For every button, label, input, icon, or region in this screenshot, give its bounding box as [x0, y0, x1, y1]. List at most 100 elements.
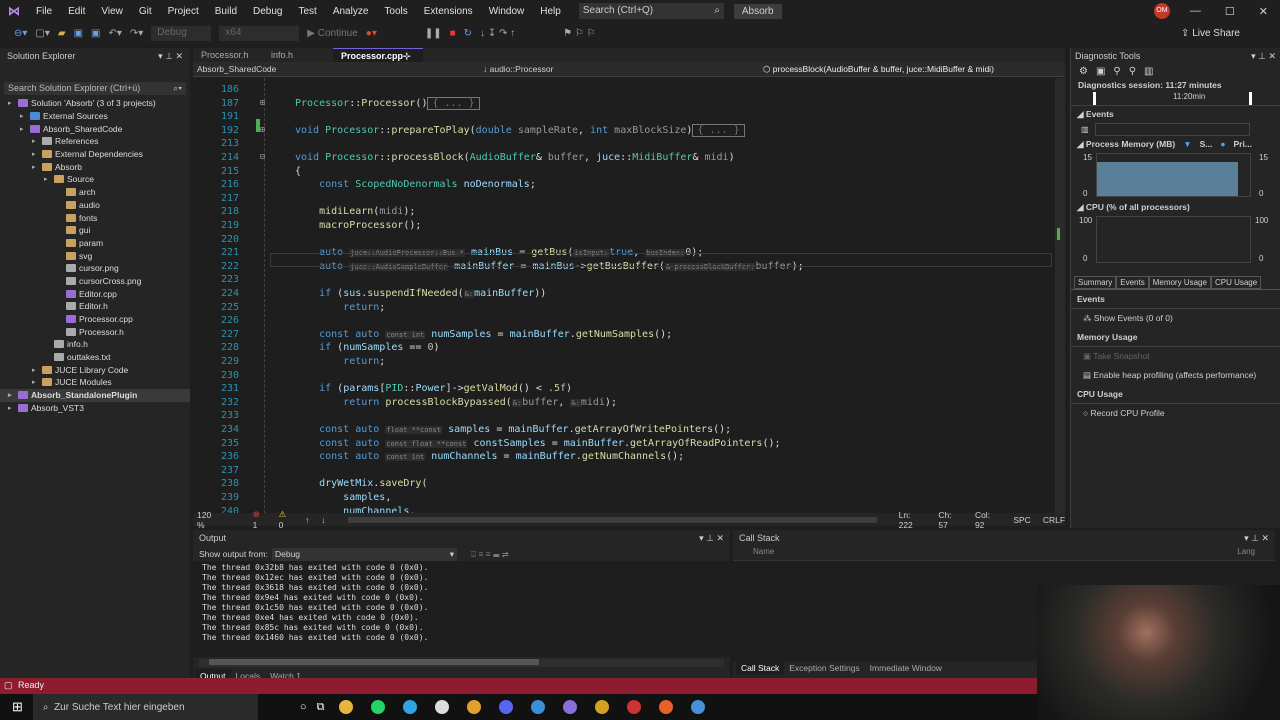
new-project-icon[interactable]: ▢▾ [35, 28, 49, 39]
tree-item[interactable]: ▸ Absorb_SharedCode [0, 122, 190, 135]
taskbar-search[interactable]: ⌕ Zur Suche Text hier eingeben [32, 694, 258, 720]
enable-heap-profiling-button[interactable]: ▤ Enable heap profiling (affects perform… [1071, 366, 1280, 385]
indentation-mode[interactable]: SPC [1013, 515, 1030, 525]
redo-icon[interactable]: ↷▾ [130, 28, 143, 39]
panel-controls[interactable]: ▾ ⊥ ✕ [1251, 51, 1276, 62]
taskbar-app-icon[interactable] [499, 700, 514, 714]
editor-vertical-scrollbar[interactable] [1055, 78, 1065, 513]
call-stack-tab-call-stack[interactable]: Call Stack [736, 661, 785, 675]
taskbar-app-icon[interactable] [531, 700, 546, 714]
taskbar-app-icon[interactable] [595, 700, 610, 714]
cpu-section[interactable]: ◢ CPU (% of all processors) [1071, 199, 1280, 216]
expand-arrow-icon[interactable]: ▸ [32, 137, 42, 145]
menu-build[interactable]: Build [207, 6, 245, 17]
menu-window[interactable]: Window [481, 6, 533, 17]
taskbar-app-icon[interactable] [691, 700, 706, 714]
continue-button[interactable]: ▶ Continue [307, 28, 358, 39]
tab-processor-h[interactable]: Processor.h [193, 48, 263, 62]
save-all-icon[interactable]: ▣ [91, 28, 100, 39]
taskbar-app-icon[interactable] [627, 700, 642, 714]
diagnostic-tab-summary[interactable]: Summary [1074, 276, 1117, 289]
expand-icon[interactable]: ⊞ [260, 125, 265, 134]
undo-icon[interactable]: ↶▾ [108, 28, 121, 39]
menu-tools[interactable]: Tools [376, 6, 415, 17]
collapsed-block[interactable]: { ... } [692, 123, 745, 137]
error-count[interactable]: ⊗ 1 [253, 509, 267, 530]
tree-item[interactable]: svg [0, 249, 190, 262]
output-source-dropdown[interactable]: Debug ▾ [271, 547, 457, 561]
member-dropdown[interactable]: ⬡ processBlock(AudioBuffer & buffer, juc… [763, 64, 994, 75]
scope-dropdown[interactable]: ↓ audio::Processor [483, 64, 763, 74]
tree-item[interactable]: Editor.cpp [0, 287, 190, 300]
save-icon[interactable]: ▣ [74, 28, 83, 39]
expand-arrow-icon[interactable]: ▸ [44, 175, 54, 183]
expand-arrow-icon[interactable]: ▸ [8, 99, 18, 107]
expand-arrow-icon[interactable]: ▸ [8, 404, 18, 412]
tree-item[interactable]: gui [0, 224, 190, 237]
menu-project[interactable]: Project [160, 6, 207, 17]
events-section[interactable]: ◢ Events [1071, 106, 1280, 123]
search-box[interactable]: Search (Ctrl+Q) ⌕ [578, 3, 724, 19]
pause-icon[interactable]: ❚❚ [425, 28, 442, 39]
tree-item[interactable]: outtakes.txt [0, 351, 190, 364]
expand-arrow-icon[interactable]: ▸ [8, 391, 18, 399]
taskbar-app-icon[interactable] [563, 700, 578, 714]
cortana-icon[interactable]: ○ [300, 701, 307, 713]
menu-test[interactable]: Test [290, 6, 324, 17]
take-snapshot-button[interactable]: ▣ Take Snapshot [1071, 347, 1280, 366]
menu-help[interactable]: Help [532, 6, 569, 17]
tree-item[interactable]: fonts [0, 211, 190, 224]
tree-item[interactable]: ▸ Solution 'Absorb' (3 of 3 projects) [0, 97, 190, 110]
config-dropdown[interactable]: Debug [151, 25, 212, 41]
tab-info-h[interactable]: info.h [263, 48, 333, 62]
warning-count[interactable]: ⚠ 0 [279, 509, 293, 530]
panel-controls[interactable]: ▾ ⊥ ✕ [1244, 533, 1269, 544]
tree-item[interactable]: param [0, 237, 190, 250]
expand-arrow-icon[interactable]: ▸ [32, 366, 42, 374]
back-icon[interactable]: ⊖▾ [14, 28, 27, 39]
taskbar-app-icon[interactable] [435, 700, 450, 714]
live-share-button[interactable]: ⇪ Live Share [1181, 28, 1240, 39]
expand-icon[interactable]: ⊞ [260, 98, 265, 107]
tree-item[interactable]: audio [0, 199, 190, 212]
solution-search-input[interactable]: Search Solution Explorer (Ctrl+ü) ⌕▾ [4, 82, 186, 95]
taskbar-app-icon[interactable] [371, 700, 386, 714]
expand-arrow-icon[interactable]: ▸ [20, 125, 30, 133]
close-button[interactable]: ✕ [1247, 5, 1280, 18]
step-icons[interactable]: ↓ ↧ ↷ ↑ [480, 28, 515, 39]
minimize-button[interactable]: — [1170, 5, 1213, 17]
open-icon[interactable]: ▰ [58, 28, 66, 39]
platform-dropdown[interactable]: x64 [219, 25, 300, 41]
memory-section[interactable]: ◢ Process Memory (MB) ▼ S... ● Pri... [1071, 136, 1280, 153]
task-view-icon[interactable]: ⧉ [317, 701, 325, 714]
output-text[interactable]: The thread 0x32b8 has exited with code 0… [193, 561, 730, 657]
tree-item[interactable]: ▸ JUCE Modules [0, 376, 190, 389]
menu-analyze[interactable]: Analyze [325, 6, 377, 17]
tab-processor-cpp[interactable]: Processor.cpp⊹ ✕ [333, 48, 423, 72]
tree-item[interactable]: ▸ External Sources [0, 110, 190, 123]
column-name[interactable]: Name [753, 547, 774, 560]
output-horizontal-scrollbar[interactable] [199, 659, 724, 667]
tree-item[interactable]: Processor.cpp [0, 313, 190, 326]
menu-extensions[interactable]: Extensions [416, 6, 481, 17]
taskbar-app-icon[interactable] [403, 700, 418, 714]
menu-edit[interactable]: Edit [60, 6, 93, 17]
column-language[interactable]: Lang [1237, 547, 1255, 560]
tree-item[interactable]: info.h [0, 338, 190, 351]
expand-arrow-icon[interactable]: ▸ [20, 112, 30, 120]
tree-item[interactable]: Processor.h [0, 325, 190, 338]
diagnostic-tab-events[interactable]: Events [1116, 276, 1149, 289]
tree-item[interactable]: arch [0, 186, 190, 199]
tree-item[interactable]: ▸ Absorb_StandalonePlugin [0, 388, 190, 402]
collapse-icon[interactable]: ⊟ [260, 152, 265, 161]
diagnostic-tab-memory-usage[interactable]: Memory Usage [1148, 276, 1211, 289]
project-dropdown[interactable]: Absorb_SharedCode [193, 64, 483, 74]
hot-reload-icon[interactable]: ●▾ [366, 28, 377, 39]
code-editor[interactable]: 186 187 ⊞ Processor::Processor(){ ... } 191 1… [193, 78, 1055, 513]
menu-file[interactable]: File [28, 6, 60, 17]
taskbar-app-icon[interactable] [339, 700, 354, 714]
tree-item[interactable]: ▸ Source [0, 173, 190, 186]
menu-debug[interactable]: Debug [245, 6, 290, 17]
nav-up-icon[interactable]: ↑ [305, 515, 309, 525]
restart-icon[interactable]: ↻ [464, 28, 472, 39]
